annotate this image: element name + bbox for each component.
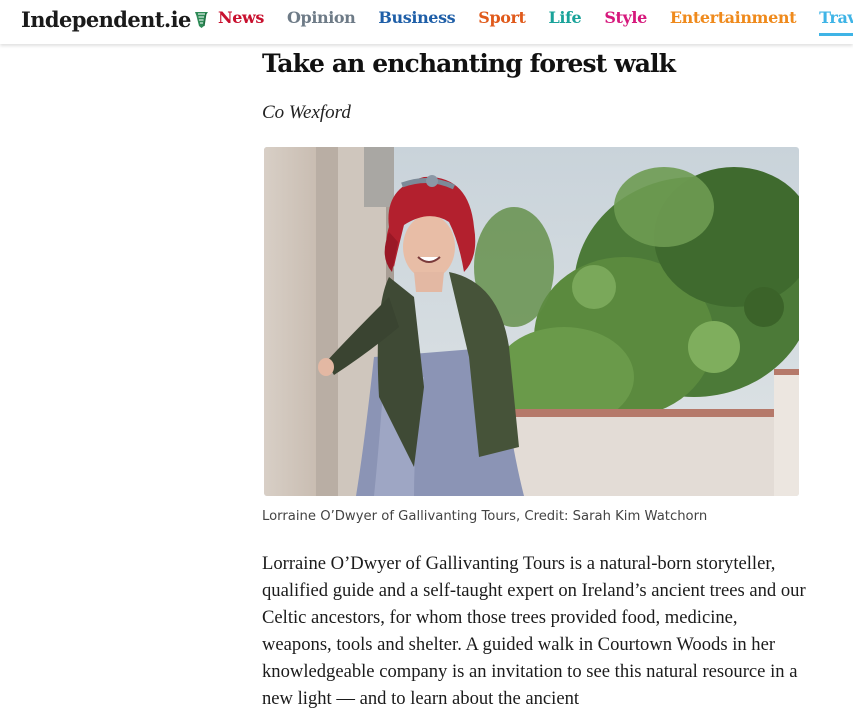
nav-life-label: Life bbox=[548, 8, 582, 27]
nav-style-label: Style bbox=[604, 8, 647, 27]
article-body: Lorraine O’Dwyer of Gallivanting Tours i… bbox=[262, 553, 806, 709]
site-logo[interactable]: Independent.ie bbox=[21, 7, 210, 32]
nav-news-label: News bbox=[218, 8, 264, 27]
nav-opinion[interactable]: Opinion bbox=[287, 8, 356, 36]
nav-style[interactable]: Style bbox=[604, 8, 647, 36]
article: Take an enchanting forest walk Co Wexfor… bbox=[262, 44, 807, 709]
nav-entertainment-label: Entertainment bbox=[669, 8, 797, 27]
main-nav: News Opinion Business Sport Life Style E… bbox=[218, 8, 853, 36]
nav-sport[interactable]: Sport bbox=[478, 8, 526, 36]
article-headline: Take an enchanting forest walk bbox=[262, 49, 676, 78]
article-location: Co Wexford bbox=[262, 102, 351, 123]
site-header: Independent.ie News Opinion Business Spo… bbox=[0, 0, 853, 44]
logo-text: Independent.ie bbox=[21, 7, 191, 32]
nav-travel[interactable]: Travel bbox=[819, 8, 853, 36]
harp-icon bbox=[194, 12, 208, 28]
nav-entertainment[interactable]: Entertainment bbox=[669, 8, 797, 36]
nav-opinion-label: Opinion bbox=[287, 8, 356, 27]
article-photo bbox=[264, 147, 799, 496]
nav-business-label: Business bbox=[378, 8, 456, 27]
nav-travel-label: Travel bbox=[819, 8, 853, 27]
image-caption: Lorraine O’Dwyer of Gallivanting Tours, … bbox=[262, 509, 708, 524]
photo-illustration bbox=[264, 147, 799, 496]
nav-life[interactable]: Life bbox=[549, 8, 582, 36]
nav-news[interactable]: News bbox=[218, 8, 264, 36]
nav-business[interactable]: Business bbox=[378, 8, 455, 36]
nav-sport-label: Sport bbox=[478, 8, 526, 27]
